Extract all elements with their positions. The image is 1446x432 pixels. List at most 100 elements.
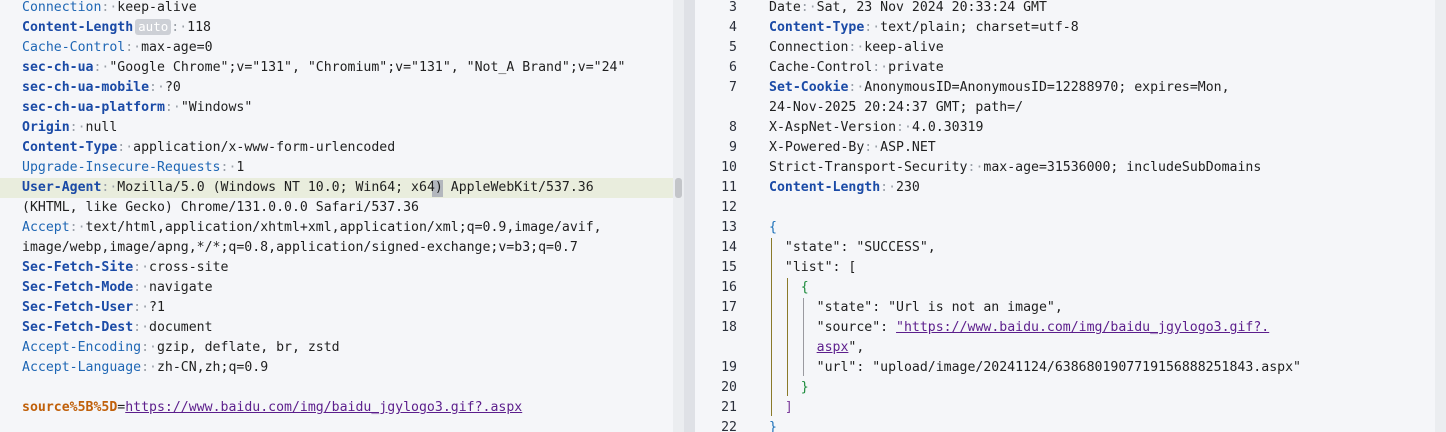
header-separator: :·	[141, 340, 157, 355]
line-number: 17	[721, 300, 737, 315]
header-name: Sec-Fetch-User	[22, 300, 134, 315]
line-number: 9	[729, 140, 737, 155]
json-text: "url": "upload/image/20241124/6386801907…	[769, 360, 1301, 375]
header-separator: :·	[93, 60, 110, 75]
request-header-line: Accept:·text/html,application/xhtml+xml,…	[22, 218, 602, 238]
request-header-line: sec-ch-ua:·"Google Chrome";v="131", "Chr…	[22, 58, 625, 78]
header-separator: :·	[800, 0, 817, 15]
line-number: 22	[721, 420, 737, 432]
request-header-line: Content-Length auto:·118	[22, 18, 211, 38]
header-value: gzip, deflate, br, zstd	[156, 340, 340, 355]
header-value: cross-site	[149, 260, 229, 275]
response-line: }	[769, 378, 809, 398]
header-value: ?0	[164, 80, 181, 95]
header-value: keep-alive	[117, 0, 197, 15]
header-separator: :·	[864, 20, 881, 35]
json-brace: }	[769, 380, 809, 395]
header-value: ASP.NET	[880, 140, 936, 155]
request-header-line: Sec-Fetch-Mode:·navigate	[22, 278, 213, 298]
line-number: 11	[721, 180, 737, 195]
header-name: Accept-Language	[22, 360, 142, 375]
header-value: AnonymousID=AnonymousID=12288970; expire…	[864, 80, 1230, 95]
request-header-line: Accept-Encoding:·gzip, deflate, br, zstd	[22, 338, 340, 358]
request-scrollbar[interactable]	[673, 0, 684, 432]
line-number: 4	[729, 20, 737, 35]
header-name: Content-Length	[769, 180, 881, 195]
header-separator: :·	[848, 80, 865, 95]
request-header-line: Upgrade-Insecure-Requests:·1	[22, 158, 244, 178]
header-value: max-age=31536000; includeSubDomains	[983, 160, 1262, 175]
request-body-param: source%5B%5D=https://www.baidu.com/img/b…	[22, 398, 522, 418]
request-header-continuation: (KHTML, like Gecko) Chrome/131.0.0.0 Saf…	[22, 200, 419, 215]
header-separator: :·	[101, 0, 118, 15]
header-separator: :·	[171, 20, 188, 35]
header-value: zh-CN,zh;q=0.9	[156, 360, 269, 375]
header-name: User-Agent	[22, 180, 102, 195]
header-separator: :·	[133, 300, 150, 315]
header-separator: :·	[133, 260, 150, 275]
header-separator: :·	[864, 140, 881, 155]
header-separator: :·	[117, 140, 134, 155]
header-separator: :·	[133, 280, 150, 295]
header-separator: :·	[125, 40, 142, 55]
indent-guide	[771, 238, 772, 416]
response-line: "list": [	[769, 258, 856, 278]
header-value: 4.0.30319	[911, 120, 984, 135]
request-header-line: User-Agent:·Mozilla/5.0 (Windows NT 10.0…	[22, 178, 594, 198]
header-value: text/html,application/xhtml+xml,applicat…	[85, 220, 602, 235]
json-brace: {	[769, 220, 777, 235]
line-number: 21	[721, 400, 737, 415]
header-separator: :·	[164, 100, 181, 115]
line-number: 15	[721, 260, 737, 275]
request-header-line: Cache-Control:·max-age=0	[22, 38, 213, 58]
request-header-line: Content-Type:·application/x-www-form-url…	[22, 138, 395, 158]
auto-badge[interactable]: auto	[135, 19, 172, 35]
header-value: Mozilla/5.0 (Windows NT 10.0; Win64; x64…	[117, 180, 594, 195]
param-value-url[interactable]: https://www.baidu.com/img/baidu_jgylogo3…	[125, 400, 522, 415]
header-value: 230	[896, 180, 920, 195]
request-header-line: Accept-Language:·zh-CN,zh;q=0.9	[22, 358, 268, 378]
json-text: "state": "Url is not an image",	[769, 300, 1063, 315]
header-separator: :·	[880, 180, 897, 195]
response-line: }	[769, 418, 777, 432]
header-value: keep-alive	[864, 40, 944, 55]
line-number	[695, 98, 737, 118]
request-scrollbar-thumb[interactable]	[675, 178, 682, 198]
request-header-line: Sec-Fetch-Dest:·document	[22, 318, 213, 338]
header-name: Content-Length	[22, 20, 134, 35]
response-scrollbar[interactable]	[1435, 0, 1446, 432]
line-number: 19	[721, 360, 737, 375]
json-text: "state": "SUCCESS",	[769, 240, 936, 255]
response-line: Cache-Control:·private	[769, 58, 944, 78]
json-url-value[interactable]: aspx	[817, 340, 849, 355]
response-line: Connection:·keep-alive	[769, 38, 944, 58]
json-text: "list": [	[769, 260, 857, 275]
header-name: Connection	[22, 0, 102, 15]
request-header-line: sec-ch-ua-mobile:·?0	[22, 78, 181, 98]
header-value: 118	[187, 20, 211, 35]
request-editor[interactable]: Connection:·keep-alive Content-Length auto…	[0, 0, 684, 432]
header-value: navigate	[149, 280, 213, 295]
header-name: Cache-Control	[22, 40, 126, 55]
header-value: ?1	[149, 300, 165, 315]
json-url-value[interactable]: "https://www.baidu.com/img/baidu_jgylogo…	[896, 320, 1269, 335]
response-line: X-Powered-By:·ASP.NET	[769, 138, 936, 158]
header-name: Content-Type	[22, 140, 118, 155]
header-name: Set-Cookie	[769, 80, 849, 95]
response-viewer[interactable]: 3 Date:·Sat, 23 Nov 2024 20:33:24 GMT 4 Con…	[695, 0, 1446, 432]
line-number: 5	[729, 40, 737, 55]
header-name: Accept	[22, 220, 70, 235]
json-tail: ",	[848, 340, 865, 355]
request-header-line: Origin:·null	[22, 118, 117, 138]
line-number: 20	[721, 380, 737, 395]
json-bracket: ]	[769, 400, 793, 415]
header-name: Connection	[769, 40, 849, 55]
header-name: sec-ch-ua-mobile	[22, 80, 150, 95]
request-header-line: Sec-Fetch-User:·?1	[22, 298, 165, 318]
request-header-continuation: image/webp,image/apng,*/*;q=0.8,applicat…	[22, 240, 578, 255]
header-name: Content-Type	[769, 20, 865, 35]
header-value: application/x-www-form-urlencoded	[133, 140, 396, 155]
response-line: Set-Cookie:·AnonymousID=AnonymousID=1228…	[769, 78, 1230, 98]
header-value: Sat, 23 Nov 2024 20:33:24 GMT	[816, 0, 1047, 15]
header-name: Date	[769, 0, 801, 15]
